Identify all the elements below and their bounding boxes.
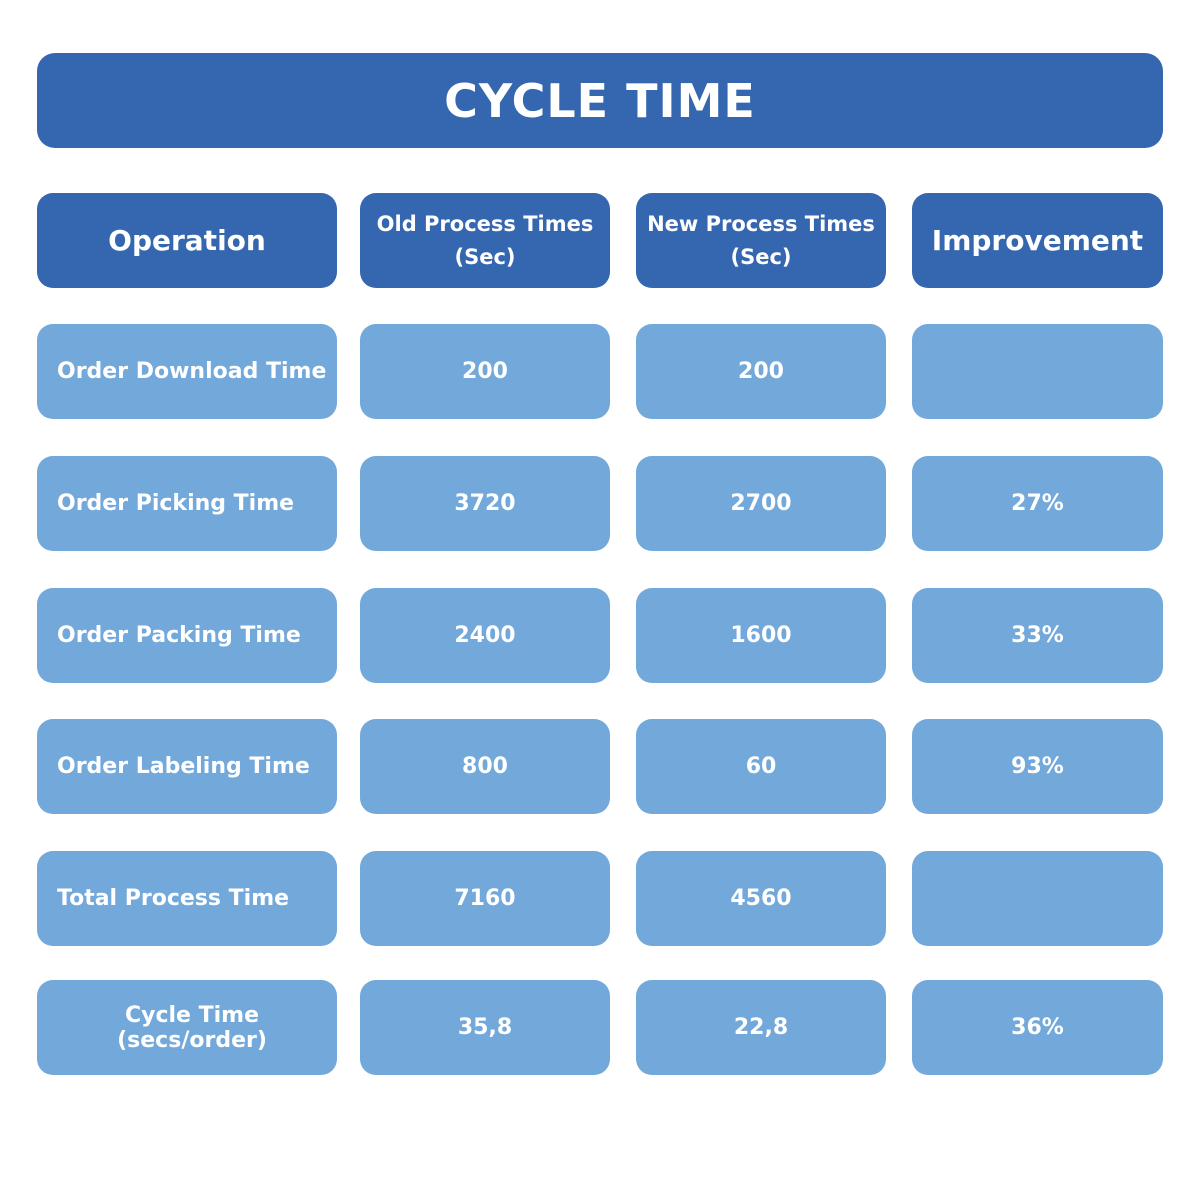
old-time-cell: 35,8 xyxy=(360,980,610,1075)
new-time-cell: 1600 xyxy=(636,588,886,683)
header-old-line2: (Sec) xyxy=(454,244,516,269)
page-title: CYCLE TIME xyxy=(37,53,1163,148)
operation-cell: Cycle Time (secs/order) xyxy=(37,980,337,1075)
operation-cell: Order Picking Time xyxy=(37,456,337,551)
old-time-cell: 800 xyxy=(360,719,610,814)
new-time-cell: 200 xyxy=(636,324,886,419)
old-time-cell: 7160 xyxy=(360,851,610,946)
new-time-cell: 4560 xyxy=(636,851,886,946)
operation-cell: Order Packing Time xyxy=(37,588,337,683)
improvement-cell xyxy=(912,851,1163,946)
improvement-cell: 27% xyxy=(912,456,1163,551)
old-time-cell: 2400 xyxy=(360,588,610,683)
header-operation: Operation xyxy=(37,193,337,288)
header-old-process-times: Old Process Times (Sec) xyxy=(360,193,610,288)
improvement-cell: 36% xyxy=(912,980,1163,1075)
improvement-cell: 33% xyxy=(912,588,1163,683)
operation-cell: Order Labeling Time xyxy=(37,719,337,814)
improvement-cell: 93% xyxy=(912,719,1163,814)
header-new-line1: New Process Times xyxy=(647,211,875,236)
operation-cell: Total Process Time xyxy=(37,851,337,946)
old-time-cell: 3720 xyxy=(360,456,610,551)
new-time-cell: 60 xyxy=(636,719,886,814)
header-new-line2: (Sec) xyxy=(730,244,792,269)
new-time-cell: 2700 xyxy=(636,456,886,551)
header-improvement: Improvement xyxy=(912,193,1163,288)
header-old-line1: Old Process Times xyxy=(376,211,594,236)
improvement-cell xyxy=(912,324,1163,419)
old-time-cell: 200 xyxy=(360,324,610,419)
new-time-cell: 22,8 xyxy=(636,980,886,1075)
operation-cell: Order Download Time xyxy=(37,324,337,419)
header-new-process-times: New Process Times (Sec) xyxy=(636,193,886,288)
